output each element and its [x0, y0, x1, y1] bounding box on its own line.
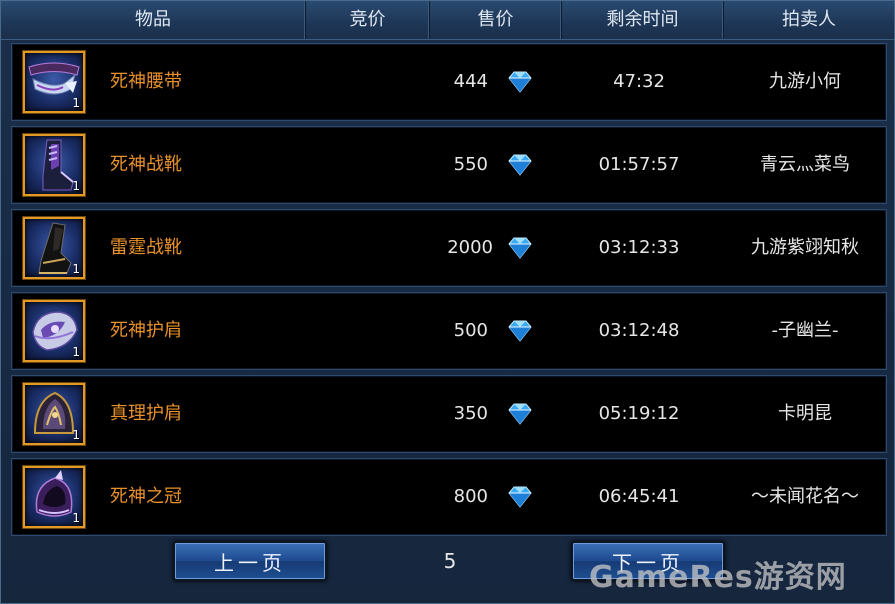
seller-name: -子幽兰- — [771, 320, 839, 341]
auction-list: 1 死神腰带 444 47:32 九游小何 1 死神战靴 550 01:57:5… — [11, 43, 887, 541]
time-left: 06:45:41 — [598, 486, 680, 507]
column-header-item[interactable]: 物品 — [1, 1, 306, 39]
diamond-icon — [508, 237, 532, 259]
seller-name: 卡明昆 — [778, 403, 832, 424]
sale-price: 550 — [453, 154, 488, 175]
seller-name: 九游小何 — [769, 71, 841, 92]
stack-count: 1 — [72, 262, 80, 276]
time-left: 01:57:57 — [598, 154, 680, 175]
diamond-icon — [508, 154, 532, 176]
column-header-bid[interactable]: 竞价 — [306, 1, 430, 39]
boots-icon[interactable]: 1 — [23, 134, 85, 196]
stack-count: 1 — [72, 428, 80, 442]
seller-name: 九游紫翊知秋 — [751, 237, 859, 258]
belt-icon[interactable]: 1 — [23, 51, 85, 113]
sale-price: 500 — [453, 320, 488, 341]
item-name[interactable]: 死神战靴 — [110, 127, 182, 203]
item-name[interactable]: 真理护肩 — [110, 376, 182, 452]
prev-page-button[interactable]: 上一页 — [173, 541, 327, 581]
sale-price: 2000 — [447, 237, 493, 258]
item-name[interactable]: 死神之冠 — [110, 459, 182, 535]
table-row[interactable]: 1 死神护肩 500 03:12:48 -子幽兰- — [11, 292, 887, 370]
shoulder-icon[interactable]: 1 — [23, 383, 85, 445]
page-number: 5 — [443, 549, 457, 573]
item-name[interactable]: 死神护肩 — [110, 293, 182, 369]
diamond-icon — [508, 320, 532, 342]
stack-count: 1 — [72, 345, 80, 359]
item-name[interactable]: 死神腰带 — [110, 44, 182, 120]
auction-panel: 物品 竞价 售价 剩余时间 拍卖人 1 死神腰带 444 47:32 九游小何 … — [0, 0, 895, 604]
table-row[interactable]: 1 死神之冠 800 06:45:41 ～未闻花名～ — [11, 458, 887, 536]
column-header-time-left[interactable]: 剩余时间 — [562, 1, 724, 39]
seller-name: 青云灬菜鸟 — [760, 154, 850, 175]
watermark-logo: GameRes游资网 — [589, 560, 847, 595]
sale-price: 800 — [453, 486, 488, 507]
table-row[interactable]: 1 死神腰带 444 47:32 九游小何 — [11, 43, 887, 121]
table-row[interactable]: 1 雷霆战靴 2000 03:12:33 九游紫翊知秋 — [11, 209, 887, 287]
diamond-icon — [508, 486, 532, 508]
stack-count: 1 — [72, 179, 80, 193]
table-header: 物品 竞价 售价 剩余时间 拍卖人 — [1, 1, 894, 40]
time-left: 03:12:48 — [598, 320, 680, 341]
sale-price: 444 — [453, 71, 488, 92]
stack-count: 1 — [72, 96, 80, 110]
column-header-seller[interactable]: 拍卖人 — [724, 1, 894, 39]
sale-price: 350 — [453, 403, 488, 424]
time-left: 03:12:33 — [598, 237, 680, 258]
table-row[interactable]: 1 真理护肩 350 05:19:12 卡明昆 — [11, 375, 887, 453]
diamond-icon — [508, 71, 532, 93]
column-header-price[interactable]: 售价 — [430, 1, 562, 39]
diamond-icon — [508, 403, 532, 425]
shoulder-icon[interactable]: 1 — [23, 300, 85, 362]
stack-count: 1 — [72, 511, 80, 525]
seller-name: ～未闻花名～ — [751, 486, 859, 507]
helmet-icon[interactable]: 1 — [23, 466, 85, 528]
time-left: 47:32 — [613, 71, 665, 92]
boots-icon[interactable]: 1 — [23, 217, 85, 279]
table-row[interactable]: 1 死神战靴 550 01:57:57 青云灬菜鸟 — [11, 126, 887, 204]
time-left: 05:19:12 — [598, 403, 680, 424]
item-name[interactable]: 雷霆战靴 — [110, 210, 182, 286]
